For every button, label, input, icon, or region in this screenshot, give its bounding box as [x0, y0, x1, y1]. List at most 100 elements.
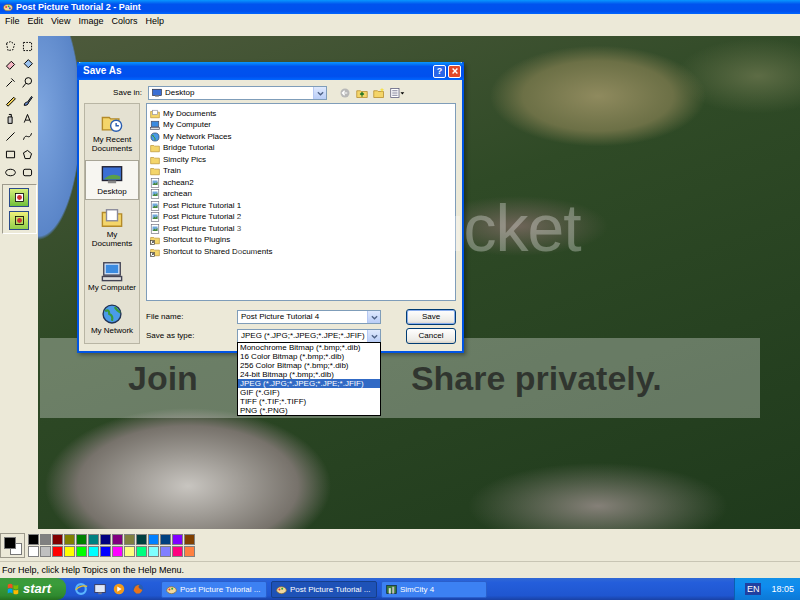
save-button[interactable]: Save [406, 309, 456, 325]
color-swatch[interactable] [184, 546, 195, 557]
file-item[interactable]: achean2 [150, 177, 452, 189]
place-item[interactable]: Desktop [85, 160, 139, 200]
file-item[interactable]: Post Picture Tutorial 2 [150, 212, 452, 224]
color-swatch[interactable] [148, 534, 159, 545]
color-swatch[interactable] [136, 534, 147, 545]
color-swatch[interactable] [40, 546, 51, 557]
task-button[interactable]: Post Picture Tutorial ... [271, 581, 377, 598]
menu-item[interactable]: View [47, 15, 74, 27]
file-item[interactable]: Post Picture Tutorial 1 [150, 200, 452, 212]
start-button[interactable]: start [0, 578, 66, 600]
tool-button[interactable] [20, 128, 36, 144]
dropdown-button[interactable] [313, 87, 326, 99]
menu-item[interactable]: Edit [24, 15, 48, 27]
up-folder-icon[interactable] [356, 87, 368, 99]
file-type-option[interactable]: 256 Color Bitmap (*.bmp;*.dib) [238, 361, 380, 370]
tool-button[interactable] [3, 38, 19, 54]
file-type-option[interactable]: GIF (*.GIF) [238, 388, 380, 397]
menu-item[interactable]: Image [74, 15, 107, 27]
color-swatch[interactable] [148, 546, 159, 557]
file-item[interactable]: My Network Places [150, 131, 452, 143]
dropdown-button[interactable] [367, 330, 380, 342]
current-colors[interactable] [0, 533, 25, 558]
tool-button[interactable] [20, 74, 36, 90]
color-swatch[interactable] [124, 546, 135, 557]
media-player-icon[interactable] [112, 582, 126, 596]
file-item[interactable]: My Computer [150, 120, 452, 132]
menu-item[interactable]: File [1, 15, 24, 27]
menu-item[interactable]: Colors [107, 15, 141, 27]
color-swatch[interactable] [112, 546, 123, 557]
color-swatch[interactable] [52, 534, 63, 545]
tool-button[interactable] [3, 92, 19, 108]
file-type-option[interactable]: JPEG (*.JPG;*.JPEG;*.JPE;*.JFIF) [238, 379, 380, 388]
tool-button[interactable] [3, 74, 19, 90]
color-swatch[interactable] [100, 546, 111, 557]
tool-button[interactable] [3, 110, 19, 126]
tool-button[interactable] [3, 56, 19, 72]
color-swatch[interactable] [172, 546, 183, 557]
file-type-combobox[interactable]: JPEG (*.JPG;*.JPEG;*.JPE;*.JFIF)Monochro… [237, 329, 381, 343]
tool-button[interactable] [20, 164, 36, 180]
tool-button[interactable] [20, 56, 36, 72]
language-indicator[interactable]: EN [745, 583, 762, 595]
file-item[interactable]: Bridge Tutorial [150, 143, 452, 155]
task-button[interactable]: Post Picture Tutorial ... [161, 581, 267, 598]
file-item[interactable]: Train [150, 166, 452, 178]
color-swatch[interactable] [136, 546, 147, 557]
opaque-option[interactable] [9, 188, 29, 207]
firefox-icon[interactable] [131, 582, 145, 596]
tool-button[interactable] [20, 38, 36, 54]
file-type-option[interactable]: 16 Color Bitmap (*.bmp;*.dib) [238, 352, 380, 361]
place-item[interactable]: My Computer [85, 256, 139, 296]
dropdown-button[interactable] [367, 311, 380, 323]
file-list[interactable]: My DocumentsMy ComputerMy Network Places… [146, 103, 456, 301]
file-type-option[interactable]: TIFF (*.TIF;*.TIFF) [238, 397, 380, 406]
color-swatch[interactable] [184, 534, 195, 545]
file-item[interactable]: Shortcut to Plugins [150, 235, 452, 247]
file-type-option[interactable]: 24-bit Bitmap (*.bmp;*.dib) [238, 370, 380, 379]
file-item[interactable]: archean [150, 189, 452, 201]
color-swatch[interactable] [124, 534, 135, 545]
file-type-option[interactable]: Monochrome Bitmap (*.bmp;*.dib) [238, 343, 380, 352]
place-item[interactable]: My Network [85, 299, 139, 339]
file-item[interactable]: My Documents [150, 108, 452, 120]
new-folder-icon[interactable] [373, 87, 385, 99]
color-swatch[interactable] [88, 546, 99, 557]
color-swatch[interactable] [28, 546, 39, 557]
color-swatch[interactable] [64, 534, 75, 545]
back-icon[interactable] [339, 87, 351, 99]
place-item[interactable]: My Documents [85, 203, 139, 252]
color-swatch[interactable] [40, 534, 51, 545]
close-button[interactable] [448, 65, 461, 78]
transparent-option[interactable] [9, 211, 29, 230]
show-desktop-icon[interactable] [93, 582, 107, 596]
tool-button[interactable] [3, 146, 19, 162]
file-item[interactable]: Post Picture Tutorial 3 [150, 223, 452, 235]
menu-item[interactable]: Help [141, 15, 168, 27]
tool-button[interactable] [20, 146, 36, 162]
place-item[interactable]: My Recent Documents [85, 108, 139, 157]
file-type-option[interactable]: PNG (*.PNG) [238, 406, 380, 415]
color-swatch[interactable] [100, 534, 111, 545]
file-item[interactable]: Shortcut to Shared Documents [150, 246, 452, 258]
color-swatch[interactable] [76, 546, 87, 557]
color-swatch[interactable] [28, 534, 39, 545]
clock[interactable]: 18:05 [771, 583, 794, 595]
color-swatch[interactable] [88, 534, 99, 545]
color-swatch[interactable] [52, 546, 63, 557]
internet-explorer-icon[interactable] [74, 582, 88, 596]
color-swatch[interactable] [160, 546, 171, 557]
help-button[interactable]: ? [433, 65, 446, 78]
view-menu-icon[interactable] [390, 87, 405, 99]
color-swatch[interactable] [160, 534, 171, 545]
save-in-combobox[interactable]: Desktop [148, 86, 327, 100]
tool-button[interactable] [20, 92, 36, 108]
file-name-field[interactable]: Post Picture Tutorial 4 [237, 310, 381, 324]
tool-button[interactable] [20, 110, 36, 126]
color-swatch[interactable] [64, 546, 75, 557]
tool-button[interactable] [3, 128, 19, 144]
color-swatch[interactable] [76, 534, 87, 545]
task-button[interactable]: SimCity 4 [381, 581, 487, 598]
color-swatch[interactable] [172, 534, 183, 545]
